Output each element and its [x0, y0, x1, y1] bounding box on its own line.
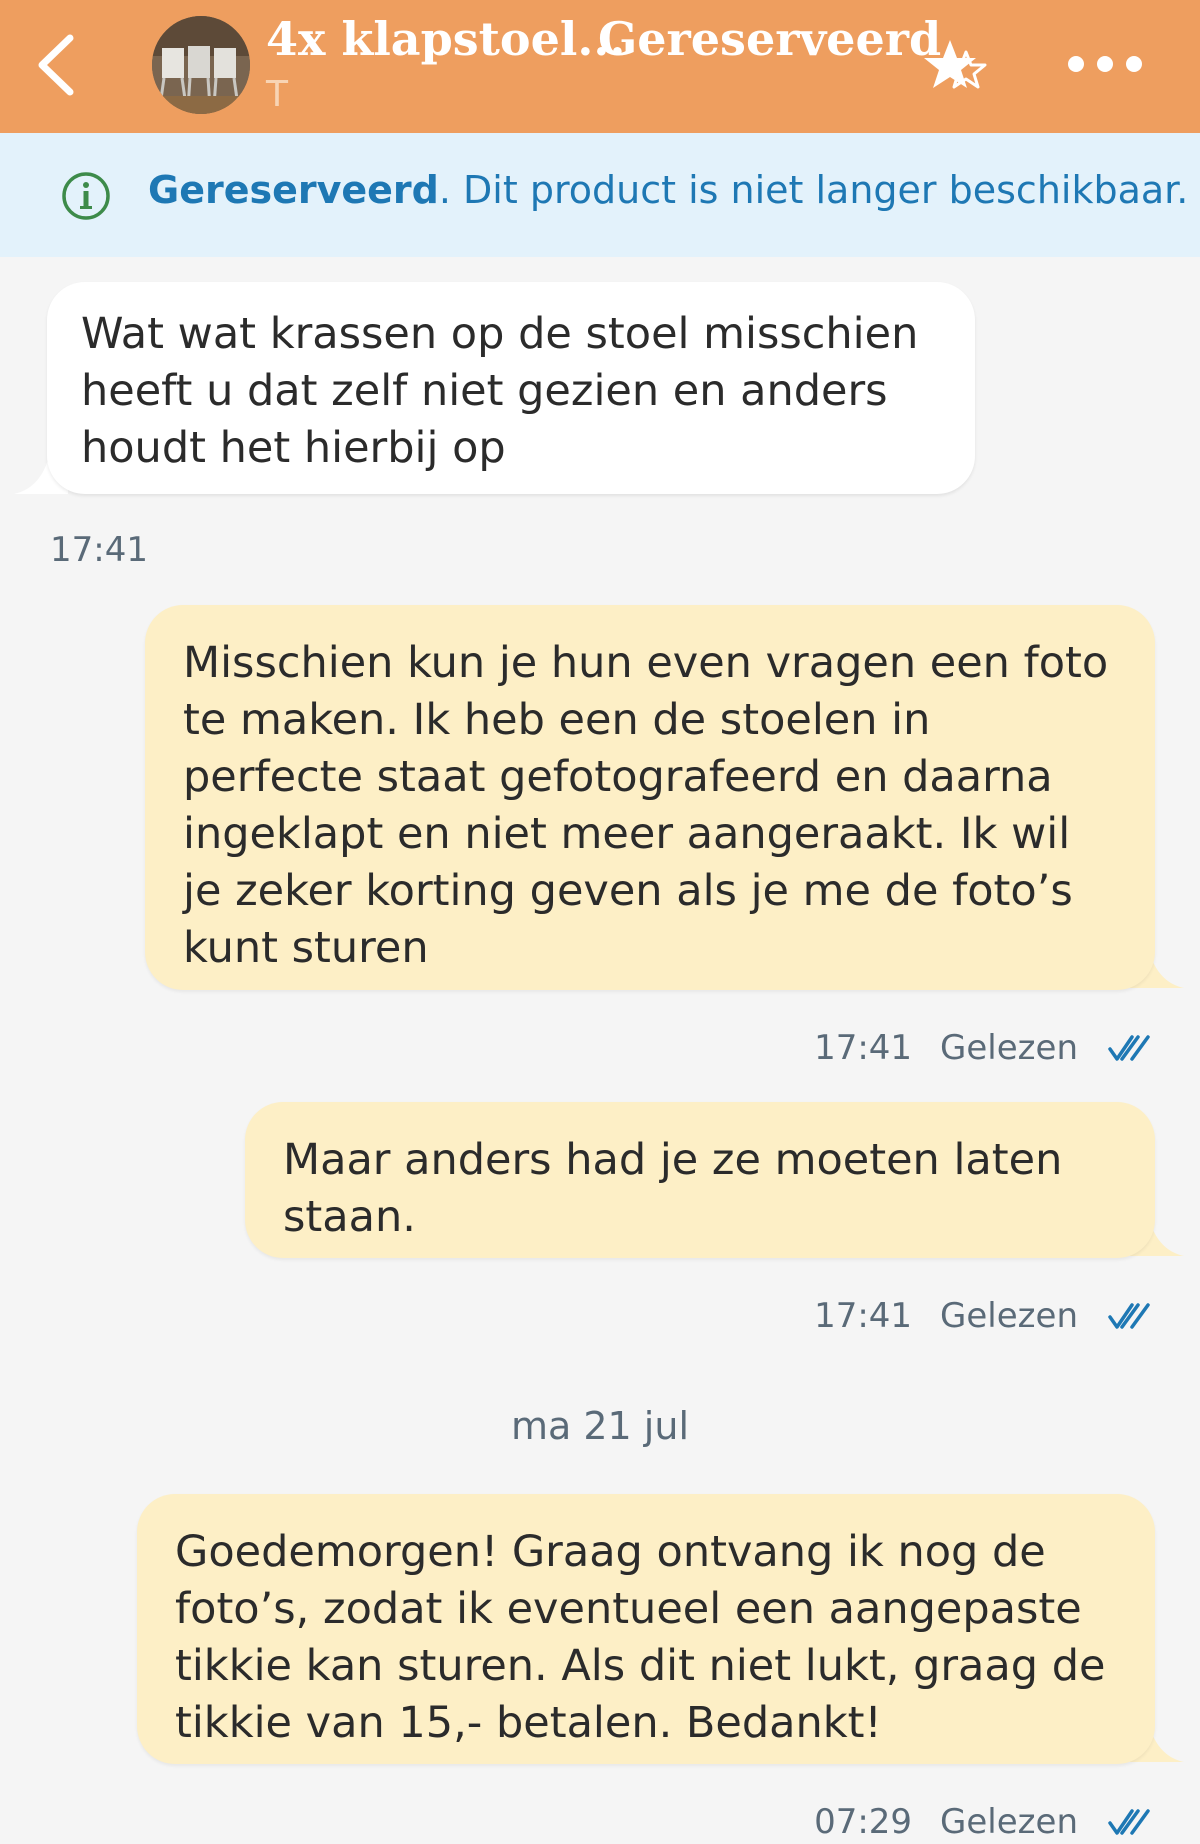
message-timestamp: 17:41	[814, 1028, 913, 1068]
banner-message: Gereserveerd. Dit product is niet langer…	[148, 168, 1188, 212]
banner-text: . Dit product is niet langer beschikbaar…	[438, 168, 1189, 212]
message-bubble-outgoing[interactable]: Goedemorgen! Graag ontvang ik nog de fot…	[137, 1494, 1155, 1764]
double-check-icon	[1108, 1809, 1150, 1835]
read-receipt-label: Gelezen	[940, 1028, 1078, 1068]
message-bubble-outgoing[interactable]: Misschien kun je hun even vragen een fot…	[145, 605, 1155, 990]
message-meta: 07:29 Gelezen	[814, 1800, 1150, 1844]
product-title[interactable]: 4x klapstoel...	[266, 12, 625, 66]
more-options-icon[interactable]	[1060, 44, 1150, 84]
message-timestamp: 17:41	[814, 1296, 913, 1336]
banner-bold-status: Gereserveerd	[148, 168, 439, 212]
message-bubble-outgoing[interactable]: Maar anders had je ze moeten laten staan…	[245, 1102, 1155, 1258]
message-timestamp: 07:29	[814, 1802, 913, 1842]
message-text: Goedemorgen! Graag ontvang ik nog de fot…	[175, 1527, 1106, 1748]
product-thumbnail[interactable]	[152, 16, 250, 114]
info-icon	[60, 170, 112, 222]
message-timestamp: 17:41	[50, 530, 148, 570]
seller-name: T	[266, 74, 288, 115]
read-receipt-label: Gelezen	[940, 1296, 1078, 1336]
date-separator: ma 21 jul	[510, 1404, 689, 1448]
message-bubble-incoming[interactable]: Wat wat krassen op de stoel misschien he…	[47, 282, 975, 494]
favorite-star-icon[interactable]	[922, 36, 988, 98]
double-check-icon	[1108, 1035, 1150, 1061]
message-text: Wat wat krassen op de stoel misschien he…	[81, 309, 919, 473]
reservation-status: Gereserveerd	[598, 12, 942, 66]
read-receipt-label: Gelezen	[940, 1802, 1078, 1842]
double-check-icon	[1108, 1303, 1150, 1329]
message-text: Maar anders had je ze moeten laten staan…	[283, 1135, 1063, 1242]
chat-header: 4x klapstoel... Gereserveerd T	[0, 0, 1200, 133]
message-text: Misschien kun je hun even vragen een fot…	[183, 638, 1109, 973]
message-meta: 17:41 Gelezen	[814, 1294, 1150, 1338]
back-arrow-icon[interactable]	[26, 34, 86, 96]
message-meta: 17:41 Gelezen	[814, 1026, 1150, 1070]
